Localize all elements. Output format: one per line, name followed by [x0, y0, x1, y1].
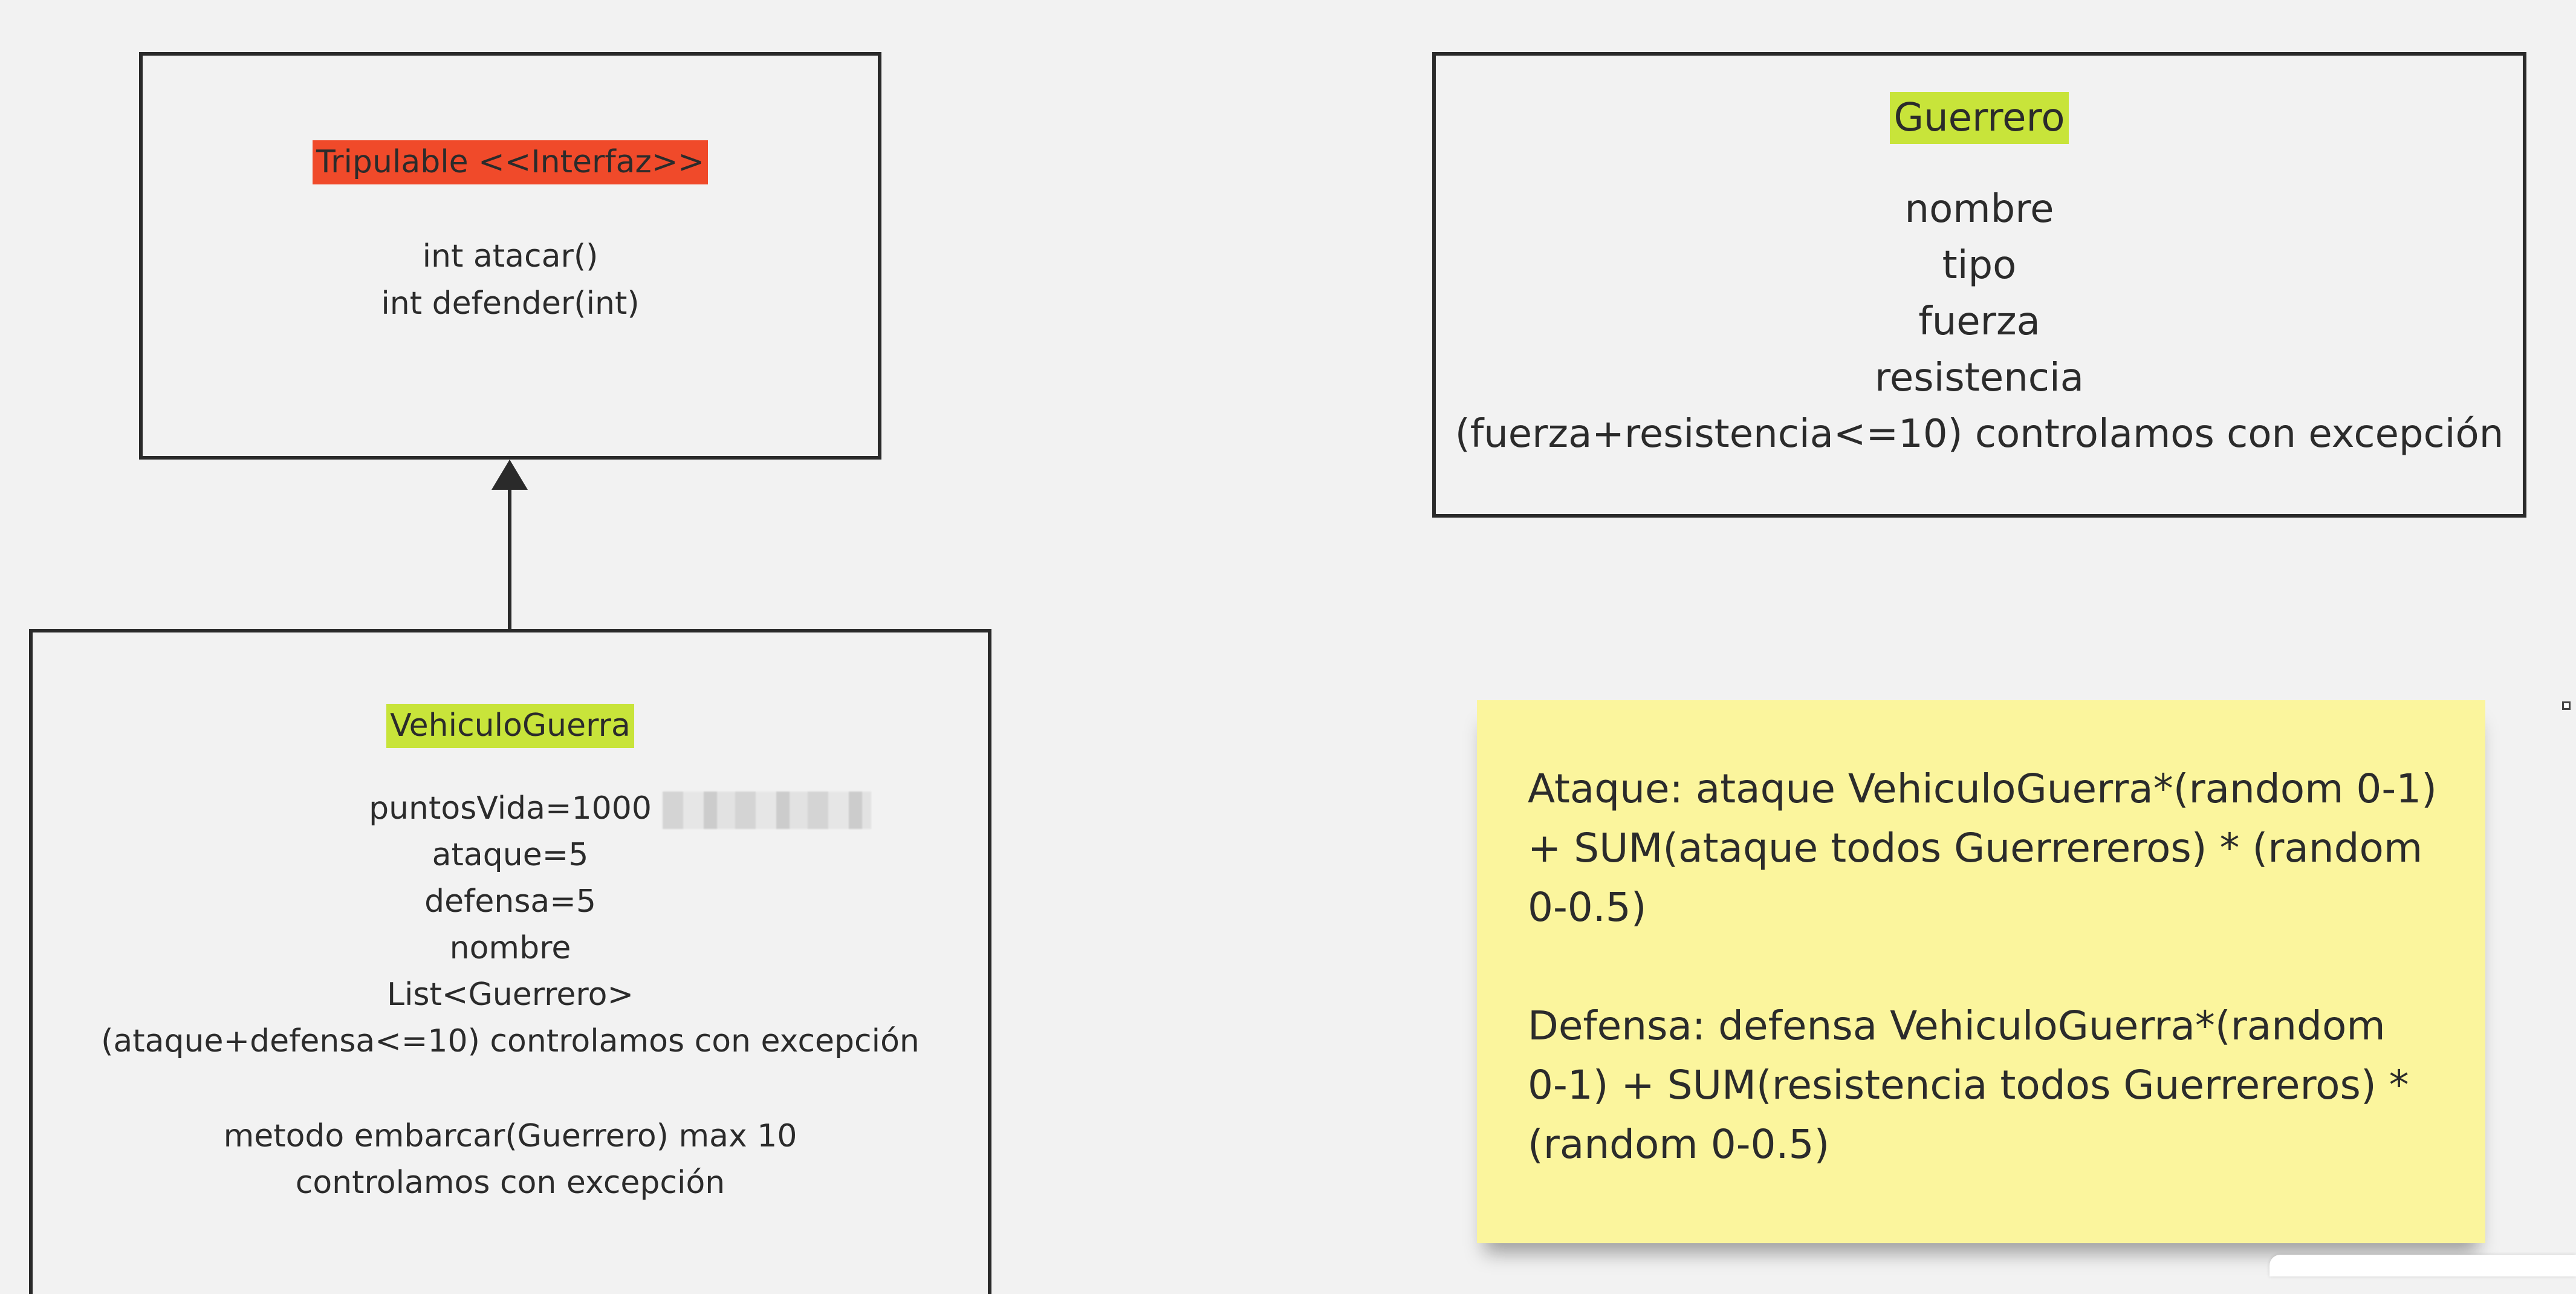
- note-attack-formula: Ataque: ataque VehiculoGuerra*(random 0-…: [1528, 766, 2437, 931]
- arrow-up-icon: [492, 460, 528, 490]
- attribute-puntos-vida-text: puntosVida=1000: [369, 790, 652, 827]
- attribute-puntos-vida: puntosVida=1000: [33, 785, 988, 832]
- guerrero-class-box[interactable]: Guerrero nombre tipo fuerza resistencia …: [1432, 52, 2526, 518]
- attribute-guerrero-list: List<Guerrero>: [386, 977, 634, 1013]
- vehiculo-guerra-methods: metodo embarcar(Guerrero) max 10 control…: [33, 1113, 988, 1206]
- attribute-constraint: (fuerza+resistencia<=10) controlamos con…: [1455, 412, 2504, 457]
- attribute-constraint: (ataque+defensa<=10) controlamos con exc…: [101, 1023, 920, 1060]
- attribute-resistencia: resistencia: [1875, 356, 2084, 401]
- method-atacar: int atacar(): [422, 238, 599, 275]
- vehiculo-guerra-attributes: puntosVida=1000 ataque=5 defensa=5 nombr…: [33, 785, 988, 1065]
- tripulable-methods: int atacar() int defender(int): [143, 233, 878, 327]
- attribute-nombre: nombre: [1904, 187, 2054, 232]
- method-defender: int defender(int): [381, 285, 640, 322]
- resize-handle[interactable]: [2562, 701, 2571, 710]
- corner-panel: [2269, 1255, 2576, 1276]
- attribute-defensa: defensa=5: [424, 883, 596, 920]
- note-defense-formula: Defensa: defensa VehiculoGuerra*(random …: [1528, 1003, 2409, 1168]
- tripulable-interface-box[interactable]: Tripulable <<Interfaz>> int atacar() int…: [139, 52, 881, 460]
- attribute-fuerza: fuerza: [1918, 299, 2040, 345]
- attribute-ataque: ataque=5: [432, 837, 589, 874]
- guerrero-attributes: nombre tipo fuerza resistencia (fuerza+r…: [1436, 181, 2523, 463]
- sticky-note[interactable]: Ataque: ataque VehiculoGuerra*(random 0-…: [1477, 700, 2485, 1243]
- method-embarcar: metodo embarcar(Guerrero) max 10: [223, 1118, 797, 1155]
- vehiculo-guerra-title: VehiculoGuerra: [386, 704, 634, 749]
- attribute-nombre: nombre: [449, 930, 571, 967]
- method-embarcar-note: controlamos con excepción: [295, 1165, 725, 1201]
- tripulable-title: Tripulable <<Interfaz>>: [312, 140, 708, 185]
- vehiculo-guerra-class-box[interactable]: VehiculoGuerra puntosVida=1000 ataque=5 …: [29, 629, 991, 1294]
- attribute-tipo: tipo: [1942, 243, 2017, 288]
- guerrero-title: Guerrero: [1890, 92, 2069, 145]
- redacted-area: [662, 792, 871, 830]
